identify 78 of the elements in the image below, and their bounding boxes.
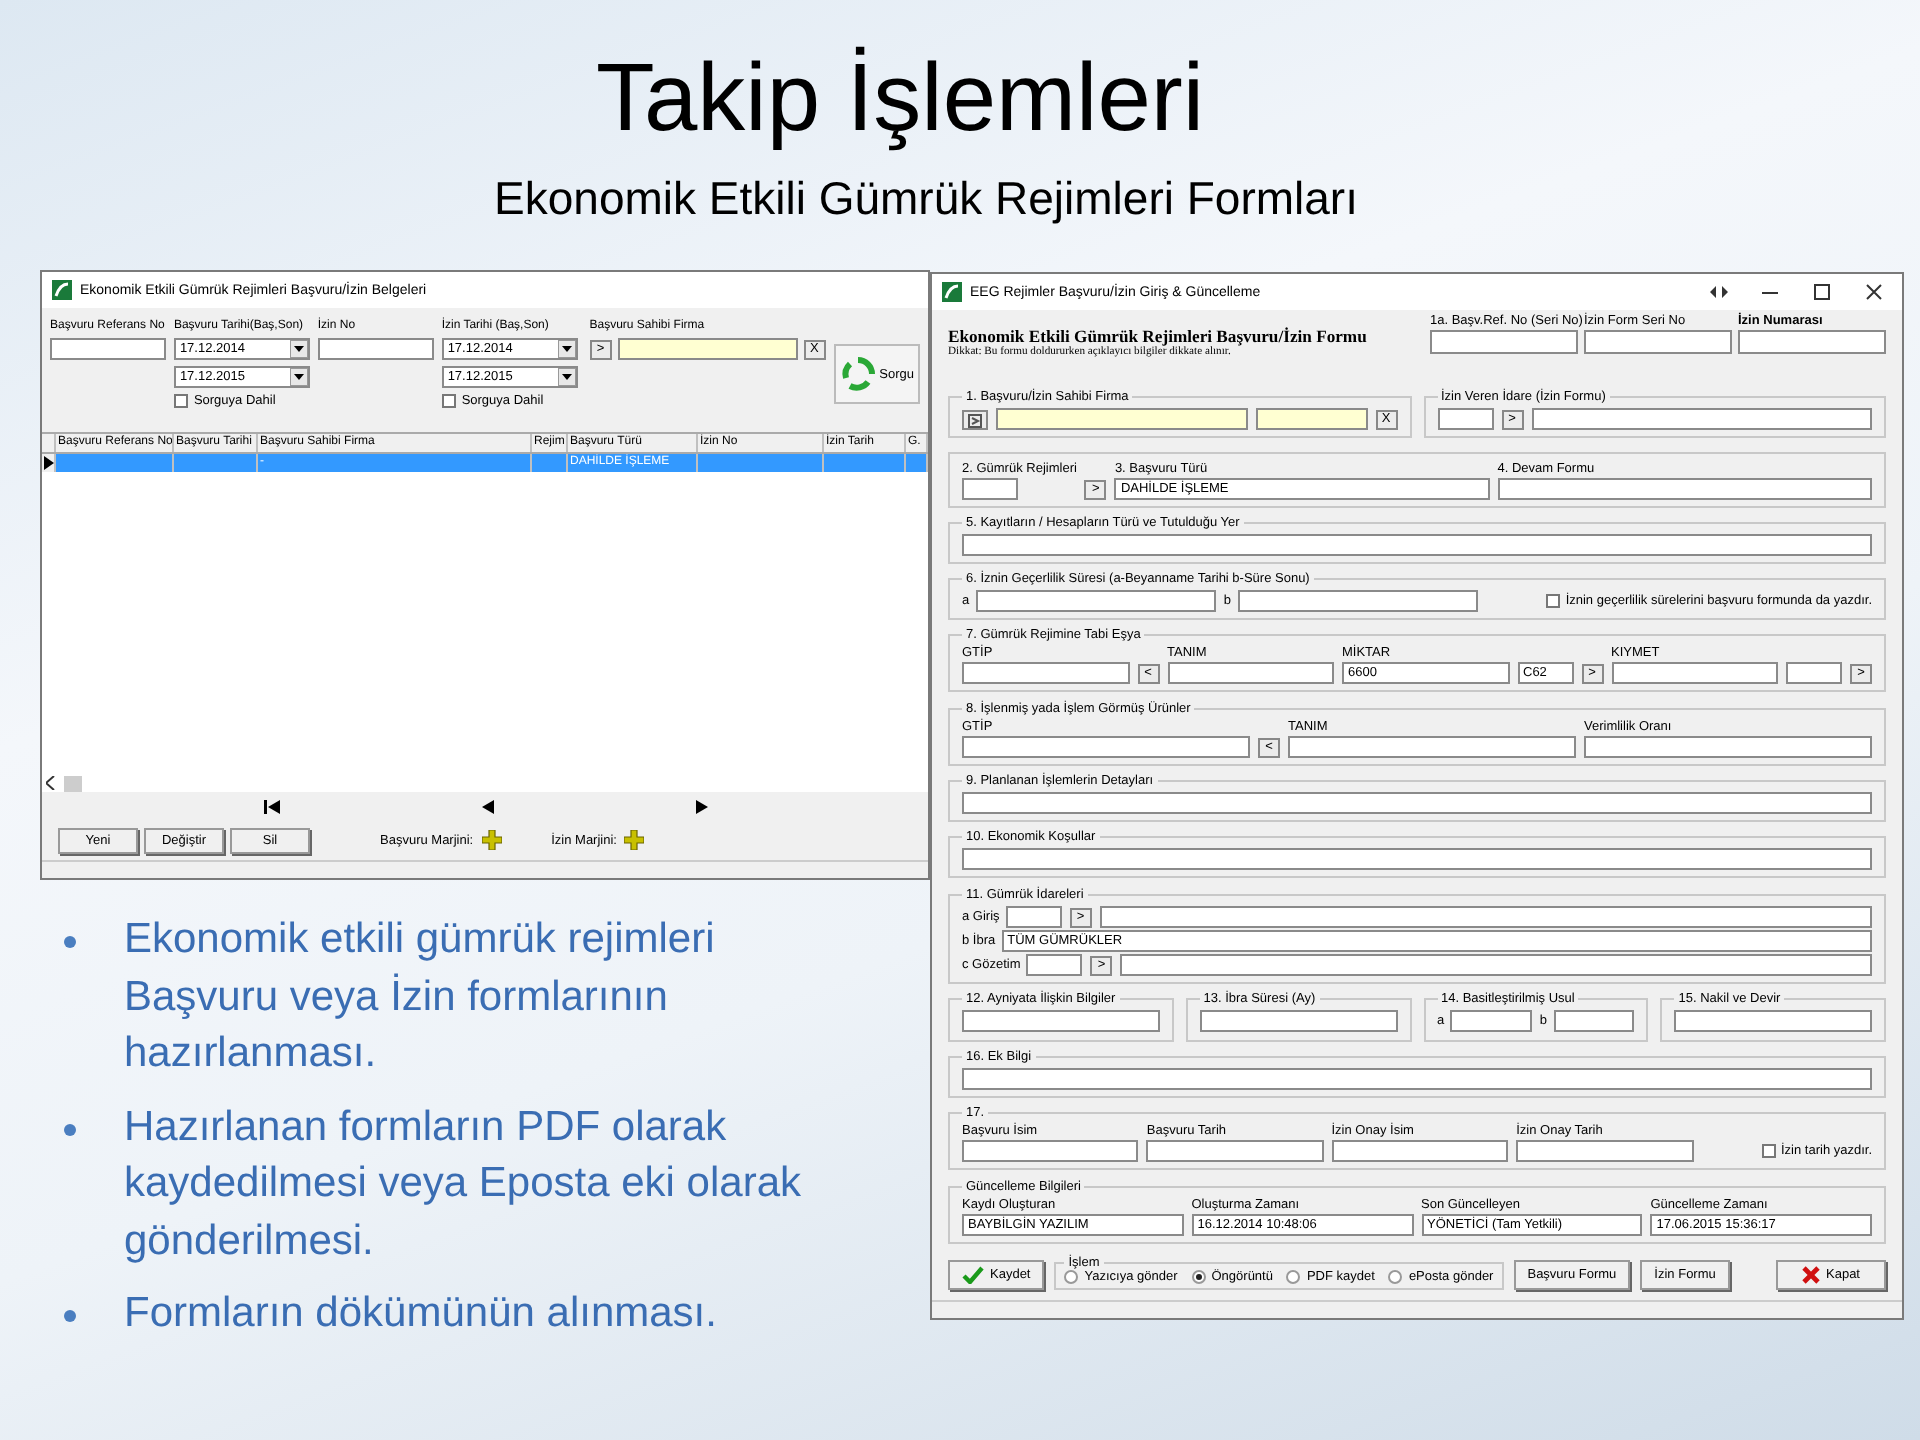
input-field[interactable] xyxy=(962,1068,1872,1091)
input-field[interactable] xyxy=(1167,662,1334,685)
app-icon xyxy=(942,282,962,302)
input-field[interactable] xyxy=(1531,408,1872,431)
dropdown-arrow-icon xyxy=(289,340,308,358)
row-pointer-icon xyxy=(43,456,53,470)
input-field[interactable] xyxy=(1553,1009,1635,1032)
recycle-icon xyxy=(839,356,876,392)
input-field[interactable] xyxy=(317,338,434,360)
input-field[interactable] xyxy=(975,590,1216,613)
input-field[interactable] xyxy=(1674,1009,1872,1032)
input-field[interactable] xyxy=(962,477,1018,500)
next-icon xyxy=(695,799,707,813)
radio-button[interactable] xyxy=(1191,1269,1206,1284)
input-field[interactable] xyxy=(962,848,1872,871)
bullet-icon xyxy=(64,936,76,948)
input-field[interactable] xyxy=(1199,1009,1397,1032)
cross-icon xyxy=(1802,1265,1820,1284)
input-field[interactable] xyxy=(962,1009,1160,1032)
dropdown-arrow-icon xyxy=(557,340,576,358)
slide-title: Takip İşlemleri xyxy=(595,48,1205,152)
input-field[interactable] xyxy=(1611,662,1778,685)
radio-button[interactable] xyxy=(1388,1269,1403,1284)
input-field[interactable] xyxy=(1237,590,1478,613)
bullet-text: Hazırlanan formların PDF olarak kaydedilmesi veya Eposta eki olarak gönderilmesi. xyxy=(124,1101,804,1267)
resize-icon xyxy=(1710,286,1728,298)
radio-button[interactable] xyxy=(1286,1269,1301,1284)
scrollbar[interactable] xyxy=(42,774,928,792)
plus-icon xyxy=(624,830,645,850)
input-field[interactable] xyxy=(962,735,1250,758)
input-field[interactable] xyxy=(962,662,1129,685)
bullet-icon xyxy=(64,1123,76,1135)
browse-button[interactable] xyxy=(962,410,988,431)
input-field[interactable] xyxy=(1450,1009,1532,1032)
input-field[interactable] xyxy=(1146,1140,1324,1163)
slide-subtitle: Ekonomik Etkili Gümrük Rejimleri Formları xyxy=(494,172,1358,224)
previous-icon xyxy=(481,799,493,813)
first-record-icon xyxy=(263,799,279,813)
lookup-field[interactable] xyxy=(1255,408,1367,431)
input-field[interactable] xyxy=(1584,330,1732,354)
scroll-left-icon xyxy=(46,776,56,790)
bullet-text: Ekonomik etkili gümrük rejimleri Başvuru veya İzin formlarının hazırlanması. xyxy=(124,914,717,1080)
close-icon xyxy=(1864,282,1884,302)
input-field[interactable] xyxy=(962,533,1872,556)
input-field[interactable] xyxy=(50,338,166,360)
input-field[interactable] xyxy=(1331,1140,1509,1163)
checkbox[interactable] xyxy=(1545,594,1560,609)
app-icon xyxy=(52,280,72,300)
radio-button[interactable] xyxy=(1064,1269,1079,1284)
checkbox[interactable] xyxy=(441,394,456,408)
bullet-text: Formların dökümünün alınması. xyxy=(124,1288,719,1340)
input-field[interactable] xyxy=(1430,330,1578,354)
form-heading: Ekonomik Etkili Gümrük Rejimleri Başvuru/İzin Formu xyxy=(948,326,1369,346)
input-field[interactable] xyxy=(1099,905,1872,928)
scroll-thumb[interactable] xyxy=(64,775,82,791)
input-field[interactable] xyxy=(1786,662,1842,685)
input-field[interactable] xyxy=(1120,953,1872,976)
plus-icon xyxy=(481,830,502,850)
bullet-icon xyxy=(64,1310,76,1322)
input-field[interactable] xyxy=(1584,735,1872,758)
input-field[interactable] xyxy=(1497,477,1872,500)
checkbox[interactable] xyxy=(1761,1144,1775,1159)
input-field[interactable] xyxy=(1437,408,1493,431)
maximize-icon xyxy=(1812,282,1832,302)
input-field[interactable] xyxy=(1288,735,1576,758)
input-field[interactable] xyxy=(1738,330,1886,354)
dropdown-arrow-icon xyxy=(289,368,308,386)
input-field[interactable] xyxy=(1516,1140,1693,1163)
dropdown-arrow-icon xyxy=(557,368,576,386)
input-field[interactable] xyxy=(1026,953,1083,976)
input-field[interactable] xyxy=(1005,905,1062,928)
input-field[interactable] xyxy=(962,791,1872,814)
check-icon xyxy=(962,1265,984,1284)
checkbox[interactable] xyxy=(173,394,188,408)
lookup-field[interactable] xyxy=(996,408,1247,431)
input-field[interactable] xyxy=(962,1140,1139,1163)
list-icon xyxy=(968,413,982,428)
lookup-field[interactable] xyxy=(617,338,798,360)
